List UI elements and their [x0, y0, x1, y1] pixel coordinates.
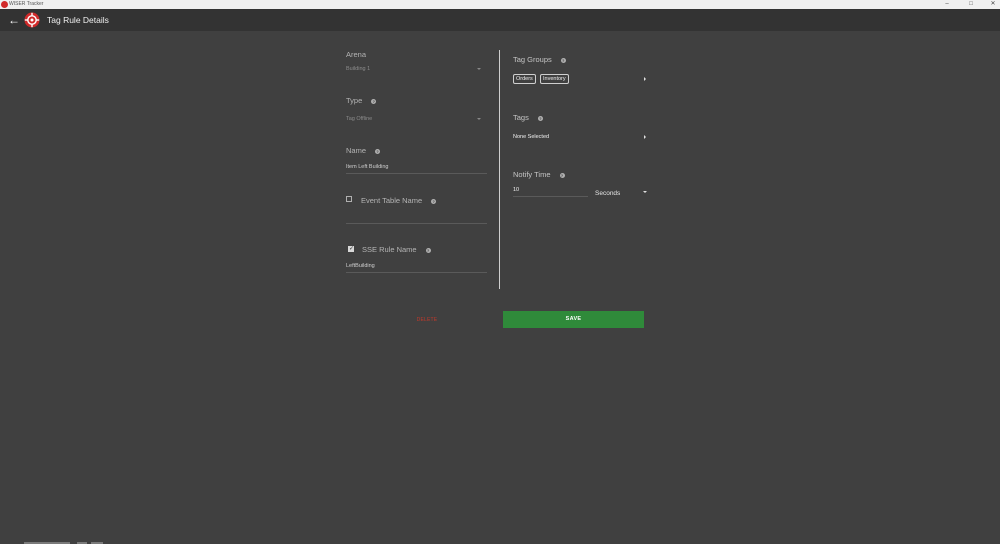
sse-rule-input-underline: [346, 272, 487, 273]
delete-button[interactable]: DELETE: [413, 314, 441, 326]
save-button[interactable]: SAVE: [503, 311, 644, 328]
sse-rule-help-icon[interactable]: ?: [425, 247, 431, 253]
tags-label: Tags?: [513, 113, 543, 122]
tag-group-chip[interactable]: Inventory: [540, 74, 569, 84]
tags-help-icon[interactable]: ?: [537, 115, 543, 121]
sse-rule-input[interactable]: LeftBuilding: [346, 263, 375, 269]
os-title-bar: WISER Tracker – □ ✕: [0, 0, 1000, 9]
window-title: WISER Tracker: [9, 1, 44, 7]
event-table-help-icon[interactable]: ?: [431, 198, 437, 204]
back-arrow-icon[interactable]: ←: [7, 13, 21, 27]
notify-time-label: Notify Time?: [513, 170, 565, 179]
event-table-checkbox[interactable]: [346, 196, 352, 202]
notify-time-unit-chevron-down-icon[interactable]: [643, 191, 647, 193]
close-icon[interactable]: ✕: [988, 0, 998, 9]
name-help-icon[interactable]: ?: [375, 148, 381, 154]
notify-time-input[interactable]: 10: [513, 187, 519, 193]
name-label: Name?: [346, 146, 381, 155]
tags-select[interactable]: None Selected: [513, 134, 549, 140]
type-chevron-down-icon[interactable]: [477, 118, 481, 120]
arena-label: Arena: [346, 50, 367, 59]
type-label: Type?: [346, 96, 377, 105]
app-logo-icon: [1, 1, 8, 8]
tags-chevron-right-icon[interactable]: [644, 135, 646, 139]
arena-chevron-down-icon[interactable]: [477, 68, 481, 70]
arena-select[interactable]: Building 1: [346, 66, 370, 72]
name-input[interactable]: Item Left Building: [346, 164, 389, 170]
event-table-input-underline[interactable]: [346, 223, 487, 224]
maximize-icon[interactable]: □: [966, 0, 976, 9]
notify-time-help-icon[interactable]: ?: [559, 172, 565, 178]
tag-group-chip[interactable]: Orders: [513, 74, 536, 84]
tag-groups-chevron-right-icon[interactable]: [644, 77, 646, 81]
tag-groups-help-icon[interactable]: ?: [560, 57, 566, 63]
brand-logo-icon: [24, 12, 40, 28]
page-title: Tag Rule Details: [47, 15, 109, 25]
app-bar: ← Tag Rule Details: [0, 9, 1000, 31]
sse-rule-checkbox[interactable]: ✓: [348, 246, 354, 252]
type-select[interactable]: Tag Offline: [346, 116, 372, 122]
name-input-underline: [346, 173, 487, 174]
notify-time-unit-select[interactable]: Seconds: [595, 190, 620, 197]
type-help-icon[interactable]: ?: [371, 98, 377, 104]
minimize-icon[interactable]: –: [942, 0, 952, 9]
column-divider: [499, 50, 500, 289]
notify-time-input-underline: [513, 196, 588, 197]
tag-groups-label: Tag Groups?: [513, 55, 566, 64]
sse-rule-label: SSE Rule Name?: [362, 245, 431, 254]
event-table-label: Event Table Name?: [361, 196, 437, 205]
